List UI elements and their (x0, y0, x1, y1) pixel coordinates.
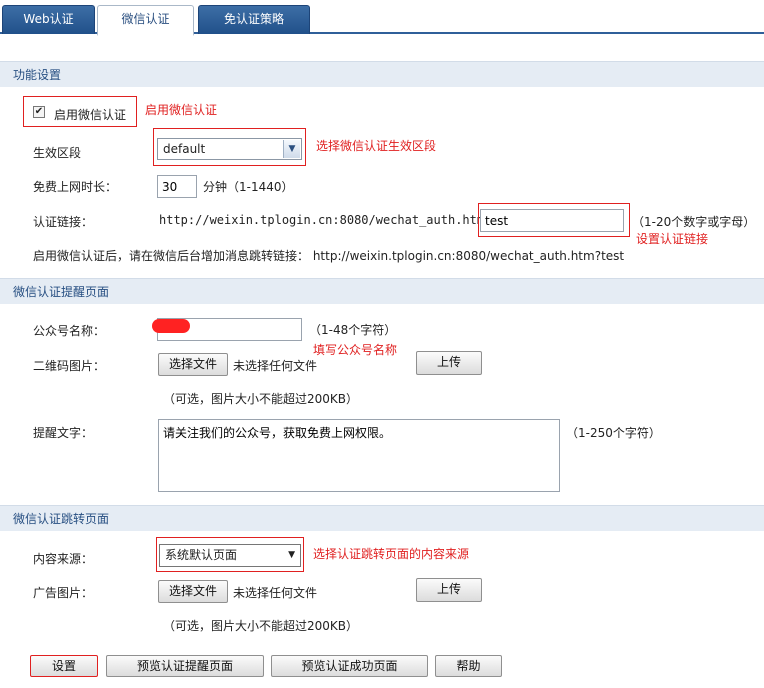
duration-label: 免费上网时长： (33, 180, 118, 194)
ad-image-label: 广告图片： (33, 586, 94, 600)
zone-label: 生效区段 (33, 146, 82, 160)
tab-web-auth[interactable]: Web认证 (2, 5, 95, 34)
annotation-content-source: 选择认证跳转页面的内容来源 (313, 547, 470, 561)
enable-wechat-label: 启用微信认证 (54, 108, 127, 122)
qr-upload-button[interactable]: 上传 (416, 351, 482, 375)
account-name-label: 公众号名称： (33, 324, 106, 338)
link-suffix-input[interactable] (480, 209, 624, 232)
chevron-down-icon[interactable]: ▼ (283, 140, 300, 158)
save-button[interactable]: 设置 (30, 655, 98, 677)
account-name-hint: （1-48个字符） (309, 323, 397, 337)
annotation-link: 设置认证链接 (636, 232, 709, 246)
section-function-settings: 功能设置 (0, 61, 764, 87)
section-redirect-page: 微信认证跳转页面 (0, 505, 764, 531)
zone-select-value: default (163, 142, 206, 156)
link-label: 认证链接： (33, 215, 94, 229)
qr-choose-file-button[interactable]: 选择文件 (158, 353, 228, 376)
redirect-info: 启用微信认证后，请在微信后台增加消息跳转链接： http://weixin.tp… (33, 249, 625, 263)
zone-select[interactable]: default ▼ (157, 138, 302, 160)
ad-choose-file-button[interactable]: 选择文件 (158, 580, 228, 603)
ad-optional-hint: （可选，图片大小不能超过200KB） (163, 619, 359, 633)
ad-file-status: 未选择任何文件 (233, 586, 318, 600)
qr-file-status: 未选择任何文件 (233, 359, 318, 373)
preview-success-page-button[interactable]: 预览认证成功页面 (271, 655, 428, 677)
reminder-text-label: 提醒文字： (33, 426, 94, 440)
ad-upload-button[interactable]: 上传 (416, 578, 482, 602)
tab-bar: Web认证 微信认证 免认证策略 (0, 0, 764, 36)
content-source-value: 系统默认页面 (165, 548, 238, 562)
link-prefix: http://weixin.tplogin.cn:8080/wechat_aut… (159, 213, 492, 227)
reminder-text-hint: （1-250个字符） (566, 426, 661, 440)
annotation-enable: 启用微信认证 (145, 103, 218, 117)
link-hint: （1-20个数字或字母） (632, 215, 756, 229)
annotation-zone: 选择微信认证生效区段 (316, 139, 437, 153)
duration-unit: 分钟（1-1440） (203, 180, 294, 194)
redaction-mark (152, 319, 190, 333)
enable-wechat-checkbox[interactable]: ✔ (33, 106, 45, 118)
tab-wechat-auth[interactable]: 微信认证 (97, 5, 194, 36)
qr-optional-hint: （可选，图片大小不能超过200KB） (163, 392, 359, 406)
section-reminder-page: 微信认证提醒页面 (0, 278, 764, 304)
content-source-label: 内容来源： (33, 552, 94, 566)
duration-input[interactable] (157, 175, 197, 198)
preview-reminder-page-button[interactable]: 预览认证提醒页面 (106, 655, 264, 677)
tab-auth-exempt-policy[interactable]: 免认证策略 (198, 5, 310, 34)
chevron-down-icon[interactable]: ▼ (288, 545, 295, 566)
annotation-account-name: 填写公众号名称 (313, 343, 398, 357)
qr-image-label: 二维码图片： (33, 359, 106, 373)
content-source-select[interactable]: 系统默认页面 ▼ (159, 544, 301, 567)
reminder-text-area[interactable]: 请关注我们的公众号，获取免费上网权限。 (158, 419, 560, 492)
help-button[interactable]: 帮助 (435, 655, 502, 677)
